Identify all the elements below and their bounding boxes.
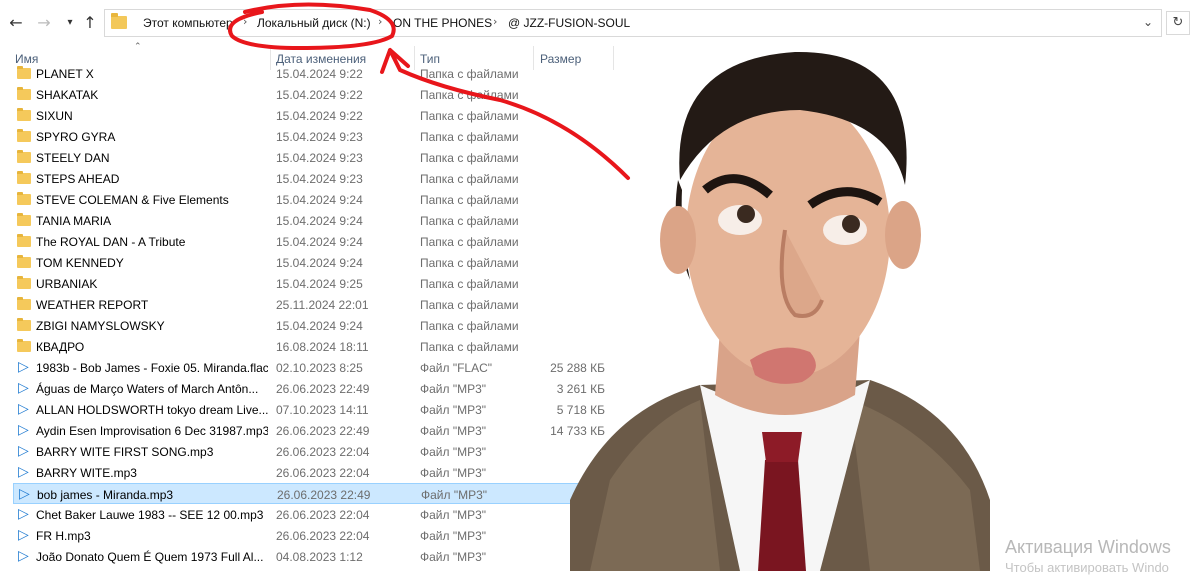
windows-activation-hint: Чтобы активировать Windo — [1005, 560, 1169, 575]
red-annotation-marker — [228, 2, 630, 180]
windows-activation-watermark: Активация Windows — [1005, 537, 1171, 557]
